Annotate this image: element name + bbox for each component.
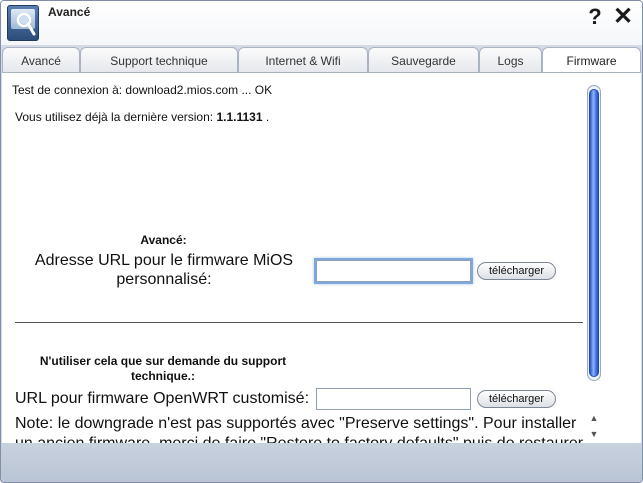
tab-sauvegarde[interactable]: Sauvegarde [368,47,479,73]
support-section-title: N'utiliser cela que sur demande du suppo… [39,354,287,383]
version-number: 1.1.1131 [216,110,263,124]
tab-internet-wifi[interactable]: Internet & Wifi [238,47,368,73]
window-title: Avancé [48,5,91,19]
custom-url-label: Adresse URL pour le firmware MiOS person… [34,252,294,288]
scrollbar-track[interactable] [587,85,601,381]
scroll-down-icon[interactable]: ▼ [589,428,599,440]
firmware-panel: Test de connexion à: download2.mios.com … [2,73,602,443]
tab-avance[interactable]: Avancé [2,47,80,73]
tab-support-technique[interactable]: Support technique [80,47,238,73]
panel-right-area [602,73,641,443]
tab-firmware[interactable]: Firmware [542,47,641,74]
download-custom-button[interactable]: télécharger [477,262,556,280]
openwrt-url-label: URL pour firmware OpenWRT customisé: [15,390,310,407]
advanced-window: Avancé ? ✕ Avancé Support technique Inte… [0,0,643,483]
version-prefix: Vous utilisez déjà la dernière version: [15,110,214,124]
downgrade-note: Note: le downgrade n'est pas supportés a… [15,415,583,443]
tab-bar: Avancé Support technique Internet & Wifi… [1,47,642,74]
tab-logs[interactable]: Logs [479,47,542,73]
download-openwrt-button[interactable]: télécharger [477,390,556,408]
close-icon[interactable]: ✕ [612,4,634,30]
version-suffix: . [265,110,270,124]
openwrt-url-input[interactable] [316,388,471,410]
app-monitor-magnifier-icon [7,5,39,41]
advanced-section-title: Avancé: [140,233,187,247]
title-bar: Avancé ? ✕ [1,1,642,45]
connection-test-text: Test de connexion à: download2.mios.com … [12,83,273,97]
version-text: Vous utilisez déjà la dernière version: … [15,110,269,124]
help-icon[interactable]: ? [585,4,605,30]
section-divider [15,322,583,323]
scroll-up-icon[interactable]: ▲ [589,412,599,424]
custom-url-input[interactable] [316,260,471,282]
bottom-bar [1,443,642,482]
scrollbar-thumb[interactable] [589,89,599,377]
